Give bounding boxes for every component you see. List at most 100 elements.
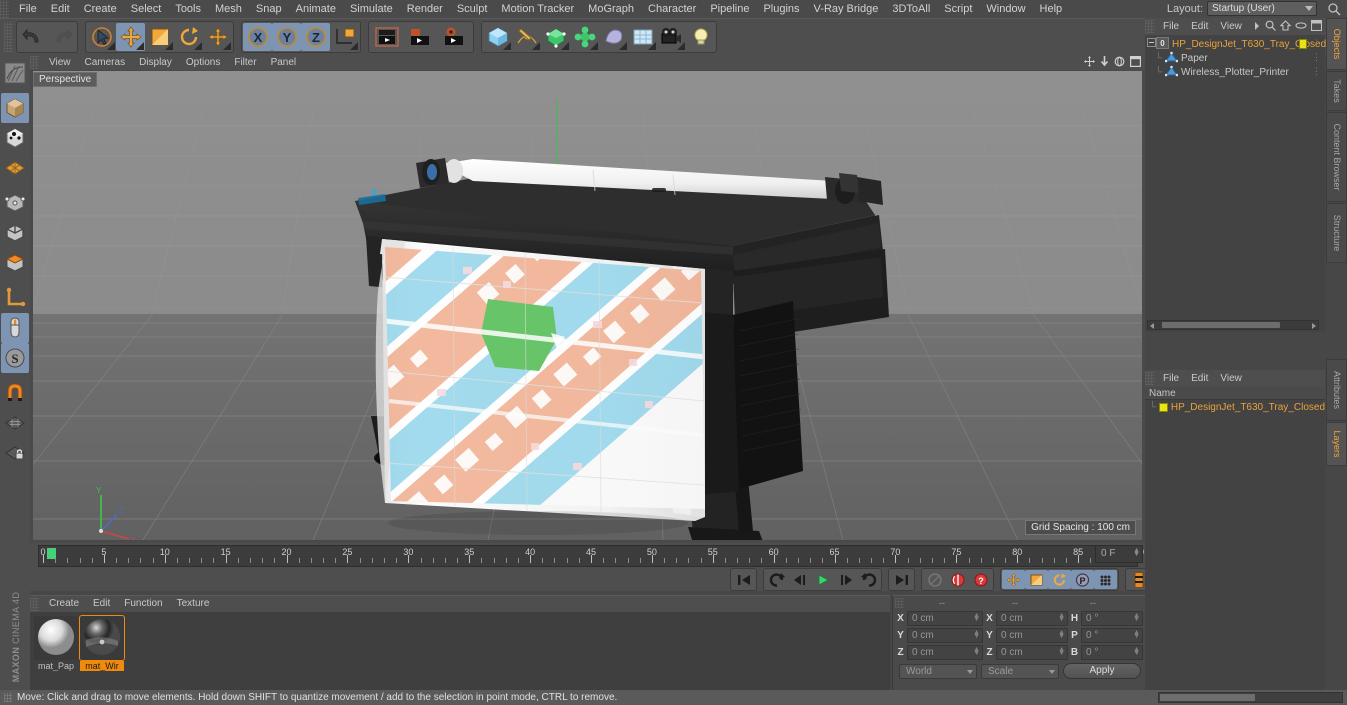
apply-button[interactable]: Apply: [1063, 663, 1141, 679]
axis-mode-icon[interactable]: [1, 283, 29, 313]
viewport-menu-filter[interactable]: Filter: [227, 55, 263, 70]
lock-z-axis-button[interactable]: Z: [301, 23, 330, 51]
dolly-icon[interactable]: [1100, 56, 1109, 70]
previous-frame-button[interactable]: [788, 570, 811, 589]
scroll-right-arrow-icon[interactable]: [1312, 323, 1316, 329]
spinner-icon[interactable]: ▲▼: [973, 646, 980, 657]
menu-motion-tracker[interactable]: Motion Tracker: [494, 0, 581, 18]
material-item-paper[interactable]: mat_Pap: [34, 616, 78, 687]
menu-character[interactable]: Character: [641, 0, 703, 18]
menu-script[interactable]: Script: [937, 0, 979, 18]
object-tree[interactable]: 0 HP_DesignJet_T630_Tray_Closed ⋮ └ Pape…: [1145, 35, 1326, 332]
material-grip[interactable]: [30, 597, 39, 611]
object-manager-grip[interactable]: [1145, 20, 1154, 33]
model-mode-icon[interactable]: [1, 93, 29, 123]
live-selection-button[interactable]: [87, 23, 116, 51]
points-mode-icon[interactable]: [1, 188, 29, 218]
record-keyframe-button[interactable]: [946, 570, 969, 589]
spinner-icon[interactable]: ▲▼: [1133, 646, 1140, 657]
home-icon[interactable]: [1279, 20, 1292, 34]
floor-object-button[interactable]: [599, 23, 628, 51]
viewport-solo-icon[interactable]: [1, 313, 29, 343]
menu-mesh[interactable]: Mesh: [208, 0, 249, 18]
menu-create[interactable]: Create: [77, 0, 124, 18]
viewport-menu-view[interactable]: View: [42, 55, 78, 70]
keyframe-selection-button[interactable]: ?: [969, 570, 992, 589]
coord-field-size-y[interactable]: 0 cm ▲ ▼: [996, 627, 1068, 643]
magnet-icon[interactable]: [1, 378, 29, 408]
viewport-canvas[interactable]: Y X Z Grid Spacing : 100 cm: [33, 71, 1142, 540]
deformer-button[interactable]: [570, 23, 599, 51]
viewport-menu-options[interactable]: Options: [179, 55, 227, 70]
tree-expand-icon[interactable]: [1147, 38, 1156, 50]
timeline-ruler[interactable]: 051015202530354045505560657075808590: [38, 545, 1144, 567]
spinner-icon[interactable]: ▲▼: [1133, 547, 1140, 558]
redo-button[interactable]: [47, 23, 76, 51]
edges-mode-icon[interactable]: [1, 218, 29, 248]
menu-sculpt[interactable]: Sculpt: [450, 0, 495, 18]
rotate-tool-button[interactable]: [174, 23, 203, 51]
coord-field-size-x[interactable]: 0 cm ▲ ▼: [996, 610, 1068, 626]
coord-field-rot-p[interactable]: 0 ° ▲ ▼: [1081, 627, 1143, 643]
tab-layers[interactable]: Layers: [1326, 422, 1347, 466]
pan-icon[interactable]: [1084, 56, 1095, 70]
object-menu-edit[interactable]: Edit: [1185, 18, 1214, 35]
lock-y-axis-button[interactable]: Y: [272, 23, 301, 51]
material-list[interactable]: mat_Pap mat_Wir: [30, 612, 890, 691]
render-view-button[interactable]: [370, 23, 404, 51]
timeline-current-frame-right[interactable]: 0 F ▲ ▼: [1095, 545, 1143, 563]
coord-field-rot-b[interactable]: 0 ° ▲ ▼: [1081, 644, 1143, 660]
menu-tools[interactable]: Tools: [168, 0, 208, 18]
object-tag-dots[interactable]: ⋮: [1312, 38, 1321, 49]
viewport-grip[interactable]: [30, 56, 39, 69]
object-row-wireless-plotter-printer[interactable]: └ Wireless_Plotter_Printer ⋮: [1145, 65, 1325, 79]
layer-tag-swatch[interactable]: [1299, 39, 1307, 49]
coordinate-grip[interactable]: [895, 598, 904, 608]
lock-workplane-icon[interactable]: [1, 438, 29, 468]
light-icon[interactable]: [686, 23, 715, 51]
search-icon[interactable]: [1327, 2, 1341, 16]
render-settings-button[interactable]: [438, 23, 472, 51]
render-picture-viewer-button[interactable]: [404, 23, 438, 51]
menu-select[interactable]: Select: [124, 0, 169, 18]
menu-edit[interactable]: Edit: [44, 0, 77, 18]
position-key-button[interactable]: [1002, 570, 1025, 589]
loop-button[interactable]: [857, 570, 880, 589]
coord-field-size-z[interactable]: 0 cm ▲ ▼: [996, 644, 1068, 660]
goto-start-button[interactable]: [732, 570, 755, 589]
menu-pipeline[interactable]: Pipeline: [703, 0, 756, 18]
world-coordinates-button[interactable]: [330, 23, 359, 51]
uv-mesh-icon[interactable]: [1, 153, 29, 183]
camera-icon[interactable]: [657, 23, 686, 51]
viewport-menu-cameras[interactable]: Cameras: [78, 55, 133, 70]
layout-dropdown[interactable]: Startup (User): [1207, 1, 1317, 16]
search-icon[interactable]: [1265, 20, 1276, 34]
play-forward-button[interactable]: [811, 570, 834, 589]
spinner-icon[interactable]: ▲▼: [1058, 646, 1065, 657]
spinner-icon[interactable]: ▲▼: [973, 629, 980, 640]
layer-manager-grip[interactable]: [1145, 372, 1154, 385]
menu-window[interactable]: Window: [979, 0, 1032, 18]
object-menu-view[interactable]: View: [1214, 18, 1248, 35]
menu-snap[interactable]: Snap: [249, 0, 289, 18]
tab-content-browser[interactable]: Content Browser: [1326, 112, 1347, 202]
autokeying-button[interactable]: [923, 570, 946, 589]
layer-color-swatch[interactable]: [1159, 402, 1168, 412]
chevron-right-icon[interactable]: [1253, 21, 1261, 34]
object-manager-hscrollbar[interactable]: [1147, 320, 1319, 330]
menu-file[interactable]: File: [12, 0, 44, 18]
next-frame-button[interactable]: [834, 570, 857, 589]
object-row-paper[interactable]: └ Paper ⋮: [1145, 51, 1325, 65]
menu-help[interactable]: Help: [1033, 0, 1070, 18]
subdivision-surface-button[interactable]: [541, 23, 570, 51]
play-reverse-button[interactable]: [765, 570, 788, 589]
tab-objects[interactable]: Objects: [1326, 18, 1347, 70]
lock-x-axis-button[interactable]: X: [243, 23, 272, 51]
move-axis-button[interactable]: [203, 23, 232, 51]
coord-field-pos-z[interactable]: 0 cm ▲ ▼: [907, 644, 983, 660]
menu-vray-bridge[interactable]: V-Ray Bridge: [807, 0, 886, 18]
coord-field-pos-x[interactable]: 0 cm ▲ ▼: [907, 610, 983, 626]
parameter-key-button[interactable]: P: [1071, 570, 1094, 589]
material-menu-create[interactable]: Create: [42, 596, 86, 612]
coordinate-mode-dropdown[interactable]: Scale: [981, 663, 1059, 679]
